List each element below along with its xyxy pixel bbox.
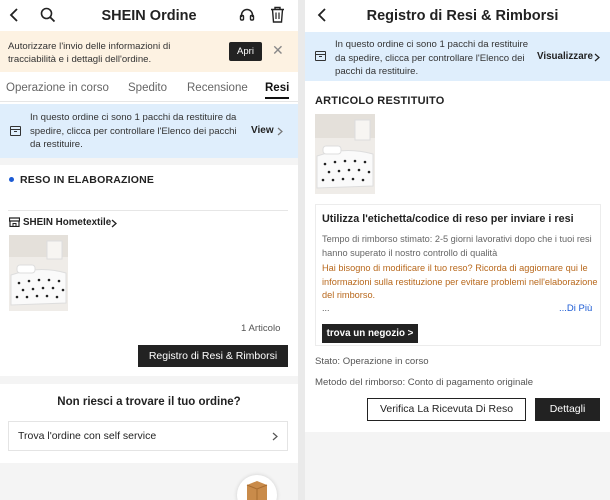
order-screen: SHEIN Ordine Autorizzare l'invio delle i… bbox=[0, 0, 298, 500]
view-link[interactable]: Visualizzare bbox=[537, 51, 593, 62]
returns-registry-screen: Registro di Resi & Rimborsi In questo or… bbox=[305, 0, 610, 500]
tracking-permission-banner: Autorizzare l'invio delle informazioni d… bbox=[0, 31, 298, 72]
close-icon[interactable]: ✕ bbox=[272, 43, 284, 57]
tab-returns[interactable]: Resi bbox=[265, 82, 290, 99]
self-service-label: Trova l'ordine con self service bbox=[18, 430, 157, 442]
chevron-right-icon bbox=[594, 53, 600, 62]
self-service-row[interactable]: Trova l'ordine con self service bbox=[8, 421, 288, 451]
section-gap bbox=[0, 376, 298, 384]
tab-shipped[interactable]: Spedito bbox=[128, 82, 167, 94]
return-packages-notice[interactable]: In questo ordine ci sono 1 pacchi da res… bbox=[0, 104, 298, 158]
tab-review[interactable]: Recensione bbox=[187, 82, 248, 94]
ellipsis: ... bbox=[322, 303, 330, 313]
returned-item-title: ARTICOLO RESTITUITO bbox=[315, 95, 445, 107]
section-gap bbox=[0, 158, 298, 165]
view-link[interactable]: View bbox=[251, 125, 274, 136]
more-link[interactable]: ...Di Più bbox=[559, 303, 592, 314]
tab-in-progress[interactable]: Operazione in corso bbox=[6, 82, 109, 94]
package-icon bbox=[10, 126, 21, 136]
header: SHEIN Ordine bbox=[0, 0, 298, 32]
chevron-right-icon bbox=[277, 127, 283, 136]
return-packages-text: In questo ordine ci sono 1 pacchi da res… bbox=[30, 112, 237, 150]
details-button[interactable]: Dettagli bbox=[535, 398, 600, 421]
page-title: Registro di Resi & Rimborsi bbox=[366, 8, 559, 24]
open-button[interactable]: Apri bbox=[229, 42, 262, 61]
tabs-divider bbox=[0, 101, 298, 102]
card-title: Utilizza l'etichetta/codice di reso per … bbox=[322, 213, 574, 225]
return-status-title: RESO IN ELABORAZIONE bbox=[20, 174, 155, 186]
status-dot bbox=[9, 177, 14, 182]
headset-icon[interactable] bbox=[239, 7, 255, 23]
product-image[interactable] bbox=[9, 235, 68, 311]
store-name[interactable]: SHEIN Hometextile bbox=[23, 217, 111, 228]
modify-return-warning: Hai bisogno di modificare il tuo reso? R… bbox=[322, 263, 598, 300]
chevron-right-icon bbox=[272, 432, 278, 441]
trash-icon[interactable] bbox=[270, 6, 285, 23]
order-tabs: Operazione in corso Spedito Recensione R… bbox=[0, 78, 298, 102]
product-image[interactable] bbox=[315, 114, 375, 194]
box-illustration-icon bbox=[237, 475, 277, 500]
store-icon bbox=[9, 217, 20, 227]
refund-method: Metodo del rimborso: Conto di pagamento … bbox=[315, 377, 534, 388]
header: Registro di Resi & Rimborsi bbox=[305, 0, 610, 32]
return-packages-text: In questo ordine ci sono 1 pacchi da res… bbox=[335, 39, 529, 77]
package-icon bbox=[315, 51, 326, 61]
footer-area bbox=[305, 432, 610, 500]
divider bbox=[8, 210, 288, 211]
tracking-permission-text: Autorizzare l'invio delle informazioni d… bbox=[8, 41, 171, 65]
returns-registry-button[interactable]: Registro di Resi & Rimborsi bbox=[138, 345, 288, 367]
verify-receipt-button[interactable]: Verifica La Ricevuta Di Reso bbox=[367, 398, 526, 421]
return-label-card: Utilizza l'etichetta/codice di reso per … bbox=[315, 204, 601, 346]
return-status: Stato: Operazione in corso bbox=[315, 356, 429, 367]
item-count: 1 Articolo bbox=[241, 323, 281, 334]
refund-time-text: Tempo di rimborso stimato: 2-5 giorni la… bbox=[322, 234, 592, 258]
help-question: Non riesci a trovare il tuo ordine? bbox=[57, 396, 241, 408]
find-store-button[interactable]: trova un negozio > bbox=[322, 324, 418, 343]
return-packages-notice[interactable]: In questo ordine ci sono 1 pacchi da res… bbox=[305, 32, 610, 81]
chevron-right-icon bbox=[111, 219, 117, 228]
